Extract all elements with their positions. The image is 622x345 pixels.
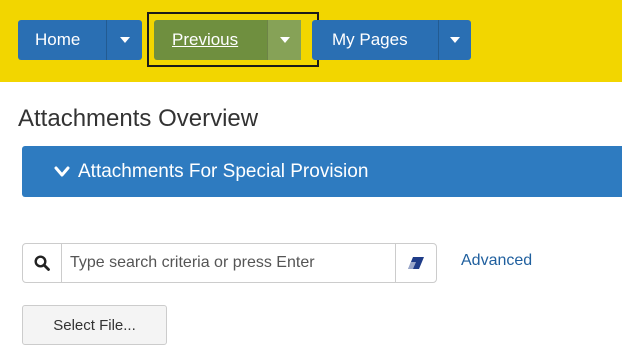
search-input[interactable] (61, 244, 396, 282)
clear-search-button[interactable] (396, 244, 436, 282)
advanced-search-link[interactable]: Advanced (461, 252, 532, 270)
focus-outline (147, 12, 319, 67)
chevron-down-icon (450, 37, 460, 43)
search-button[interactable] (23, 244, 61, 282)
section-title: Attachments For Special Provision (78, 160, 369, 182)
chevron-down-icon (119, 37, 130, 43)
home-button[interactable]: Home (18, 20, 106, 60)
search-icon (34, 255, 50, 271)
home-dropdown-toggle[interactable] (106, 20, 142, 60)
mypages-button-group: My Pages (312, 20, 471, 60)
top-nav-bar: Home Previous My Pages (0, 0, 622, 82)
mypages-button[interactable]: My Pages (312, 20, 438, 60)
mypages-label: My Pages (332, 30, 408, 49)
eraser-icon (408, 257, 424, 269)
section-header-attachments[interactable]: Attachments For Special Provision (22, 146, 622, 197)
home-button-group: Home (18, 20, 142, 60)
search-group (22, 243, 437, 283)
page-title: Attachments Overview (18, 105, 259, 132)
home-label: Home (35, 30, 81, 49)
select-file-button[interactable]: Select File... (22, 305, 167, 345)
mypages-dropdown-toggle[interactable] (438, 20, 471, 60)
chevron-down-icon (54, 166, 70, 176)
